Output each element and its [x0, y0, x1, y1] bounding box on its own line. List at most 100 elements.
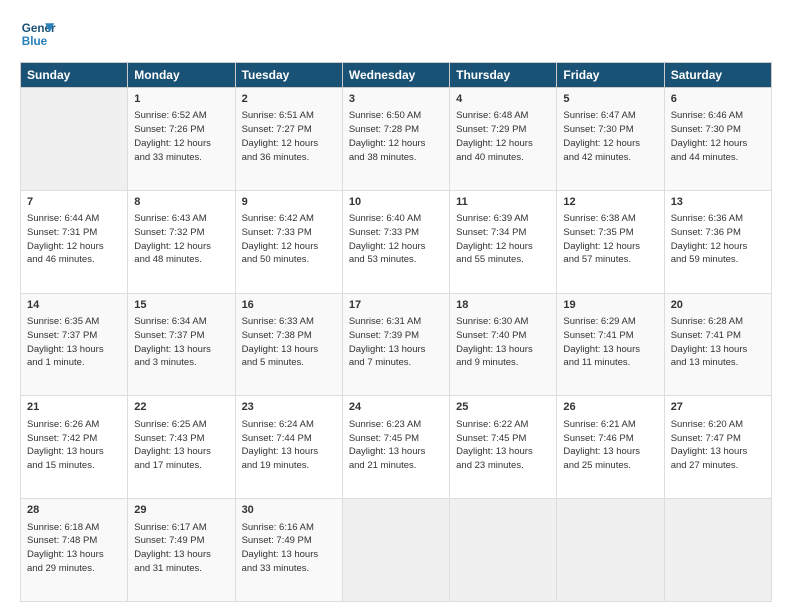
day-number: 11 — [456, 195, 550, 210]
header-row: SundayMondayTuesdayWednesdayThursdayFrid… — [21, 63, 772, 88]
day-info: Sunrise: 6:29 AM Sunset: 7:41 PM Dayligh… — [563, 315, 657, 370]
day-number: 27 — [671, 400, 765, 415]
day-number: 15 — [134, 298, 228, 313]
day-info: Sunrise: 6:38 AM Sunset: 7:35 PM Dayligh… — [563, 212, 657, 267]
calendar-cell — [450, 499, 557, 602]
header-day-monday: Monday — [128, 63, 235, 88]
day-number: 10 — [349, 195, 443, 210]
day-number: 19 — [563, 298, 657, 313]
calendar-cell: 7 Sunrise: 6:44 AM Sunset: 7:31 PM Daylig… — [21, 190, 128, 293]
day-info: Sunrise: 6:28 AM Sunset: 7:41 PM Dayligh… — [671, 315, 765, 370]
day-number: 28 — [27, 503, 121, 518]
day-number: 16 — [242, 298, 336, 313]
day-number: 6 — [671, 92, 765, 107]
calendar-cell: 20 Sunrise: 6:28 AM Sunset: 7:41 PM Dayli… — [664, 293, 771, 396]
week-row-2: 7 Sunrise: 6:44 AM Sunset: 7:31 PM Daylig… — [21, 190, 772, 293]
day-number: 26 — [563, 400, 657, 415]
day-number: 30 — [242, 503, 336, 518]
calendar-cell: 15 Sunrise: 6:34 AM Sunset: 7:37 PM Dayli… — [128, 293, 235, 396]
header-day-saturday: Saturday — [664, 63, 771, 88]
day-info: Sunrise: 6:16 AM Sunset: 7:49 PM Dayligh… — [242, 521, 336, 576]
day-info: Sunrise: 6:31 AM Sunset: 7:39 PM Dayligh… — [349, 315, 443, 370]
day-info: Sunrise: 6:44 AM Sunset: 7:31 PM Dayligh… — [27, 212, 121, 267]
day-info: Sunrise: 6:47 AM Sunset: 7:30 PM Dayligh… — [563, 109, 657, 164]
calendar-cell: 10 Sunrise: 6:40 AM Sunset: 7:33 PM Dayli… — [342, 190, 449, 293]
calendar-table: SundayMondayTuesdayWednesdayThursdayFrid… — [20, 62, 772, 602]
day-number: 4 — [456, 92, 550, 107]
logo-icon: General Blue — [20, 16, 56, 52]
day-info: Sunrise: 6:20 AM Sunset: 7:47 PM Dayligh… — [671, 418, 765, 473]
day-number: 8 — [134, 195, 228, 210]
day-info: Sunrise: 6:23 AM Sunset: 7:45 PM Dayligh… — [349, 418, 443, 473]
day-number: 22 — [134, 400, 228, 415]
day-number: 29 — [134, 503, 228, 518]
day-number: 2 — [242, 92, 336, 107]
calendar-cell: 28 Sunrise: 6:18 AM Sunset: 7:48 PM Dayli… — [21, 499, 128, 602]
week-row-1: 1 Sunrise: 6:52 AM Sunset: 7:26 PM Daylig… — [21, 88, 772, 191]
calendar-cell: 21Sunrise: 6:26 AM Sunset: 7:42 PM Dayli… — [21, 396, 128, 499]
calendar-cell: 6Sunrise: 6:46 AM Sunset: 7:30 PM Daylig… — [664, 88, 771, 191]
day-info: Sunrise: 6:34 AM Sunset: 7:37 PM Dayligh… — [134, 315, 228, 370]
day-info: Sunrise: 6:33 AM Sunset: 7:38 PM Dayligh… — [242, 315, 336, 370]
day-number: 23 — [242, 400, 336, 415]
day-number: 7 — [27, 195, 121, 210]
week-row-3: 14 Sunrise: 6:35 AM Sunset: 7:37 PM Dayli… — [21, 293, 772, 396]
day-info: Sunrise: 6:22 AM Sunset: 7:45 PM Dayligh… — [456, 418, 550, 473]
day-info: Sunrise: 6:48 AM Sunset: 7:29 PM Dayligh… — [456, 109, 550, 164]
day-number: 20 — [671, 298, 765, 313]
day-info: Sunrise: 6:40 AM Sunset: 7:33 PM Dayligh… — [349, 212, 443, 267]
header-day-wednesday: Wednesday — [342, 63, 449, 88]
calendar-cell: 18Sunrise: 6:30 AM Sunset: 7:40 PM Dayli… — [450, 293, 557, 396]
day-info: Sunrise: 6:30 AM Sunset: 7:40 PM Dayligh… — [456, 315, 550, 370]
calendar-cell: 16 Sunrise: 6:33 AM Sunset: 7:38 PM Dayli… — [235, 293, 342, 396]
calendar-cell — [664, 499, 771, 602]
day-info: Sunrise: 6:51 AM Sunset: 7:27 PM Dayligh… — [242, 109, 336, 164]
day-info: Sunrise: 6:36 AM Sunset: 7:36 PM Dayligh… — [671, 212, 765, 267]
calendar-cell: 12 Sunrise: 6:38 AM Sunset: 7:35 PM Dayli… — [557, 190, 664, 293]
calendar-cell: 8 Sunrise: 6:43 AM Sunset: 7:32 PM Daylig… — [128, 190, 235, 293]
week-row-5: 28 Sunrise: 6:18 AM Sunset: 7:48 PM Dayli… — [21, 499, 772, 602]
day-number: 3 — [349, 92, 443, 107]
header-day-friday: Friday — [557, 63, 664, 88]
calendar-cell: 11 Sunrise: 6:39 AM Sunset: 7:34 PM Dayli… — [450, 190, 557, 293]
week-row-4: 21Sunrise: 6:26 AM Sunset: 7:42 PM Dayli… — [21, 396, 772, 499]
calendar-cell: 9 Sunrise: 6:42 AM Sunset: 7:33 PM Daylig… — [235, 190, 342, 293]
calendar-cell: 23Sunrise: 6:24 AM Sunset: 7:44 PM Dayli… — [235, 396, 342, 499]
calendar-cell: 29 Sunrise: 6:17 AM Sunset: 7:49 PM Dayli… — [128, 499, 235, 602]
calendar-cell: 4 Sunrise: 6:48 AM Sunset: 7:29 PM Daylig… — [450, 88, 557, 191]
day-info: Sunrise: 6:52 AM Sunset: 7:26 PM Dayligh… — [134, 109, 228, 164]
day-number: 24 — [349, 400, 443, 415]
calendar-cell: 27 Sunrise: 6:20 AM Sunset: 7:47 PM Dayli… — [664, 396, 771, 499]
day-number: 25 — [456, 400, 550, 415]
day-number: 1 — [134, 92, 228, 107]
calendar-cell: 14 Sunrise: 6:35 AM Sunset: 7:37 PM Dayli… — [21, 293, 128, 396]
logo: General Blue — [20, 16, 56, 52]
calendar-cell: 17 Sunrise: 6:31 AM Sunset: 7:39 PM Dayli… — [342, 293, 449, 396]
day-number: 14 — [27, 298, 121, 313]
day-info: Sunrise: 6:21 AM Sunset: 7:46 PM Dayligh… — [563, 418, 657, 473]
day-info: Sunrise: 6:25 AM Sunset: 7:43 PM Dayligh… — [134, 418, 228, 473]
day-number: 12 — [563, 195, 657, 210]
day-number: 9 — [242, 195, 336, 210]
header-day-thursday: Thursday — [450, 63, 557, 88]
day-number: 13 — [671, 195, 765, 210]
calendar-cell: 24 Sunrise: 6:23 AM Sunset: 7:45 PM Dayli… — [342, 396, 449, 499]
calendar-cell: 26 Sunrise: 6:21 AM Sunset: 7:46 PM Dayli… — [557, 396, 664, 499]
day-info: Sunrise: 6:50 AM Sunset: 7:28 PM Dayligh… — [349, 109, 443, 164]
calendar-cell: 2 Sunrise: 6:51 AM Sunset: 7:27 PM Daylig… — [235, 88, 342, 191]
calendar-cell: 25 Sunrise: 6:22 AM Sunset: 7:45 PM Dayli… — [450, 396, 557, 499]
header-day-sunday: Sunday — [21, 63, 128, 88]
day-number: 17 — [349, 298, 443, 313]
calendar-cell: 13 Sunrise: 6:36 AM Sunset: 7:36 PM Dayli… — [664, 190, 771, 293]
day-info: Sunrise: 6:35 AM Sunset: 7:37 PM Dayligh… — [27, 315, 121, 370]
day-info: Sunrise: 6:42 AM Sunset: 7:33 PM Dayligh… — [242, 212, 336, 267]
day-info: Sunrise: 6:39 AM Sunset: 7:34 PM Dayligh… — [456, 212, 550, 267]
day-number: 5 — [563, 92, 657, 107]
calendar-cell: 22 Sunrise: 6:25 AM Sunset: 7:43 PM Dayli… — [128, 396, 235, 499]
day-info: Sunrise: 6:17 AM Sunset: 7:49 PM Dayligh… — [134, 521, 228, 576]
day-info: Sunrise: 6:18 AM Sunset: 7:48 PM Dayligh… — [27, 521, 121, 576]
day-info: Sunrise: 6:43 AM Sunset: 7:32 PM Dayligh… — [134, 212, 228, 267]
calendar-cell — [21, 88, 128, 191]
calendar-cell — [557, 499, 664, 602]
header-day-tuesday: Tuesday — [235, 63, 342, 88]
